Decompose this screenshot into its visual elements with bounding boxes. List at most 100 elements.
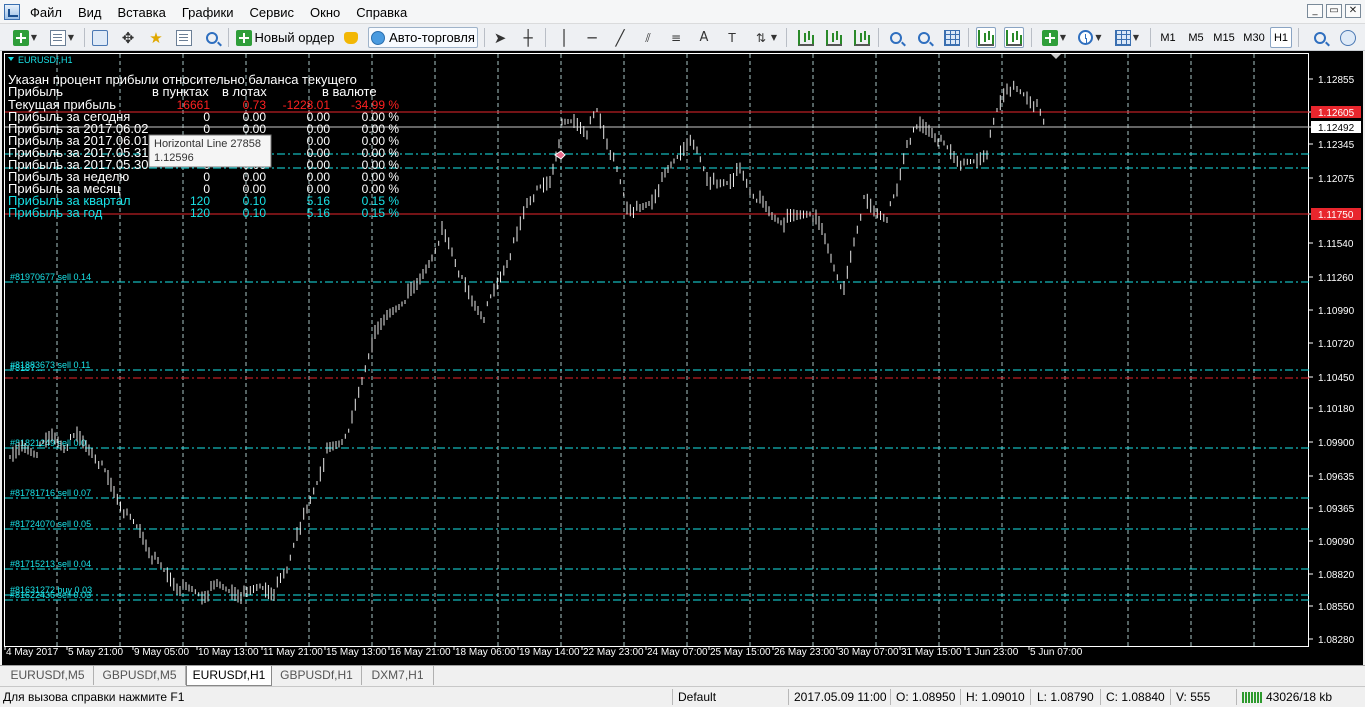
- horizontal-line-tool-button[interactable]: ─: [582, 27, 602, 48]
- toolbar-divider: [1298, 28, 1299, 47]
- autoscroll-button[interactable]: [976, 27, 996, 48]
- toolbar-divider: [484, 28, 485, 47]
- bar-close: C: 1.08840: [1106, 690, 1165, 704]
- price-axis-label: 1.10180: [1318, 404, 1355, 415]
- toolbar-divider: [228, 28, 229, 47]
- trendline-tool-button[interactable]: ╱: [610, 27, 630, 48]
- menu-help[interactable]: Справка: [348, 0, 415, 24]
- zoom-out-button[interactable]: [914, 27, 934, 48]
- market-watch-button[interactable]: [90, 27, 110, 48]
- chart-shift-button[interactable]: [1004, 27, 1024, 48]
- points-column-header: в пунктах: [152, 84, 209, 99]
- templates-button[interactable]: ▼: [1110, 27, 1144, 48]
- line-chart-icon: [854, 29, 870, 46]
- tile-windows-button[interactable]: [942, 27, 962, 48]
- tab-dxm7-h1[interactable]: DXM7,H1: [362, 666, 434, 685]
- menu-window[interactable]: Окно: [302, 0, 348, 24]
- symbol-label: EURUSDf,H1: [18, 55, 73, 65]
- menu-insert[interactable]: Вставка: [110, 0, 174, 24]
- chat-button[interactable]: [1338, 27, 1358, 48]
- order-label: #81724070 sell 0.05: [10, 519, 91, 529]
- candlestick-chart-button[interactable]: [824, 27, 844, 48]
- tab-eurusdf-m5[interactable]: EURUSDf,M5: [2, 666, 94, 685]
- timeframe-h1[interactable]: H1: [1270, 27, 1292, 48]
- time-axis-label: 9 May 05:00: [134, 647, 189, 658]
- time-axis-label: 11 May 21:00: [263, 647, 323, 658]
- terminal-button[interactable]: [174, 27, 194, 48]
- minimize-button[interactable]: _: [1307, 4, 1323, 18]
- menu-items: Файл Вид Вставка Графики Сервис Окно Спр…: [22, 0, 415, 24]
- strategy-tester-icon: [206, 31, 218, 44]
- crosshair-icon: ┼: [523, 28, 533, 47]
- autoscroll-icon: [978, 29, 994, 46]
- collapse-triangle-icon[interactable]: [8, 57, 14, 61]
- timeframe-m15[interactable]: M15: [1210, 27, 1238, 48]
- time-axis-label: 4 May 2017: [6, 647, 59, 658]
- order-label: #81715213 sell 0.04: [10, 559, 91, 569]
- tab-eurusdf-h1[interactable]: EURUSDf,H1: [186, 666, 272, 686]
- menu-tools[interactable]: Сервис: [242, 0, 303, 24]
- vertical-line-tool-button[interactable]: │: [554, 27, 574, 48]
- order-label: #81821249 sell 0.0: [10, 438, 86, 448]
- zoom-out-icon: [918, 31, 930, 44]
- chart-shift-marker-icon[interactable]: [1051, 54, 1061, 59]
- periods-button[interactable]: ▼: [1074, 27, 1106, 48]
- bar-low: L: 1.08790: [1037, 690, 1094, 704]
- timeframe-m5[interactable]: M5: [1184, 27, 1208, 48]
- bar-chart-button[interactable]: [796, 27, 816, 48]
- window-controls: _ ▭ ✕: [1307, 4, 1361, 18]
- close-button[interactable]: ✕: [1345, 4, 1361, 18]
- profit-row-percent: 0.15 %: [362, 206, 400, 220]
- search-button[interactable]: [1310, 27, 1330, 48]
- timeframe-m30[interactable]: M30: [1240, 27, 1268, 48]
- cursor-tool-button[interactable]: ➤: [490, 27, 510, 48]
- price-axis-label: 1.09900: [1318, 438, 1355, 449]
- arrows-icon: ⇅: [755, 30, 766, 45]
- menu-file[interactable]: Файл: [22, 0, 70, 24]
- new-order-label: Новый ордер: [254, 30, 335, 45]
- profile-name: Default: [678, 690, 717, 704]
- crosshair-tool-button[interactable]: ┼: [518, 27, 538, 48]
- autotrading-label: Авто-торговля: [389, 30, 475, 45]
- restore-button[interactable]: ▭: [1326, 4, 1342, 18]
- profiles-button[interactable]: ▼: [46, 27, 78, 48]
- tab-gbpusdf-m5[interactable]: GBPUSDf,M5: [94, 666, 186, 685]
- indicators-button[interactable]: ▼: [1038, 27, 1070, 48]
- alerts-button[interactable]: [340, 27, 362, 48]
- chevron-down-icon: ▼: [30, 33, 38, 42]
- equidistant-channel-icon: ⫽: [645, 30, 651, 45]
- time-axis-label: 18 May 06:00: [455, 647, 516, 658]
- arrows-tool-button[interactable]: ⇅ ▼: [750, 27, 780, 48]
- navigator-button[interactable]: ★: [146, 27, 166, 48]
- toolbar-divider: [84, 28, 85, 47]
- data-window-button[interactable]: ✥: [118, 27, 138, 48]
- chart-tabs: EURUSDf,M5 GBPUSDf,M5 EURUSDf,H1 GBPUSDf…: [0, 665, 1365, 686]
- tooltip-title: Horizontal Line 27858: [154, 138, 261, 150]
- fibonacci-tool-button[interactable]: ≡: [666, 27, 686, 48]
- timeframe-m1[interactable]: M1: [1156, 27, 1180, 48]
- chart-canvas[interactable]: 1.12855 1.12605 1.12492 1.12345 1.12075 1.117…: [2, 51, 1363, 665]
- time-axis-label: 10 May 13:00: [198, 647, 259, 658]
- fibonacci-icon: ≡: [670, 30, 682, 45]
- periods-clock-icon: [1078, 30, 1094, 45]
- tab-gbpusdf-h1[interactable]: GBPUSDf,H1: [272, 666, 362, 685]
- new-chart-icon: [12, 29, 29, 46]
- order-label: #81970677 sell 0.14: [10, 272, 91, 282]
- autotrading-button[interactable]: Авто-торговля: [368, 27, 478, 48]
- menu-charts[interactable]: Графики: [174, 0, 242, 24]
- zoom-in-button[interactable]: [886, 27, 906, 48]
- new-order-button[interactable]: Новый ордер: [234, 27, 336, 48]
- menu-bar: Файл Вид Вставка Графики Сервис Окно Спр…: [0, 0, 1365, 24]
- menu-view[interactable]: Вид: [70, 0, 110, 24]
- text-label-tool-button[interactable]: T: [722, 27, 742, 48]
- toolbar-divider: [878, 28, 879, 47]
- navigator-star-icon: ★: [149, 28, 163, 47]
- price-chart[interactable]: 1.12855 1.12605 1.12492 1.12345 1.12075 1.117…: [2, 51, 1363, 665]
- line-chart-button[interactable]: [852, 27, 872, 48]
- text-tool-button[interactable]: A: [694, 27, 714, 48]
- time-axis-label: 24 May 07:00: [647, 647, 708, 658]
- status-divider: [672, 689, 673, 705]
- equidistant-channel-tool-button[interactable]: ⫽: [638, 27, 658, 48]
- new-chart-button[interactable]: ▼: [8, 27, 42, 48]
- tester-button[interactable]: [202, 27, 222, 48]
